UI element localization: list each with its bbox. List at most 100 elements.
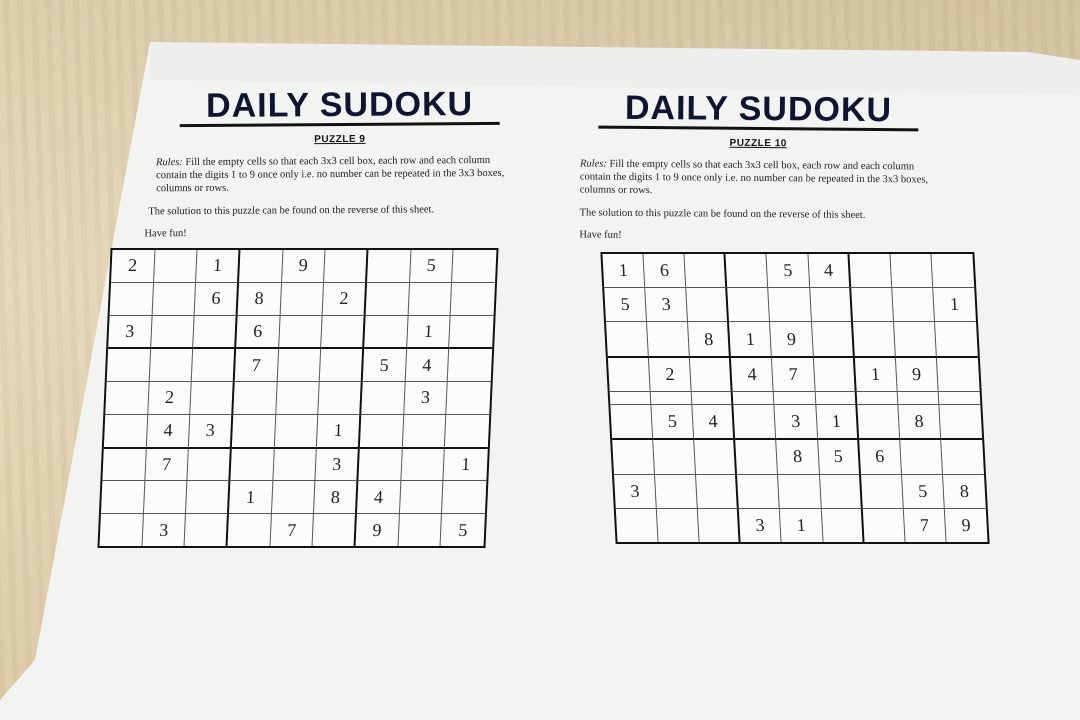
sudoku-cell xyxy=(193,315,238,350)
sudoku-cell: 1 xyxy=(602,254,646,289)
sudoku-cell xyxy=(647,322,691,358)
sudoku-cell xyxy=(408,282,453,316)
sudoku-cell xyxy=(448,349,493,383)
sudoku-cell xyxy=(150,315,195,350)
sudoku-cell: 2 xyxy=(648,357,692,392)
sudoku-cell: 1 xyxy=(729,322,773,358)
sudoku-cell: 6 xyxy=(236,315,281,350)
sudoku-cell: 1 xyxy=(780,508,824,542)
sudoku-cell: 3 xyxy=(315,448,360,482)
sudoku-cell xyxy=(686,288,730,323)
sudoku-cell: 1 xyxy=(854,357,898,392)
sudoku-cell xyxy=(696,474,740,509)
sudoku-cell xyxy=(233,382,278,415)
sudoku-cell: 1 xyxy=(933,288,977,323)
sudoku-cell xyxy=(321,315,366,350)
sudoku-cell xyxy=(184,514,229,546)
sudoku-cell xyxy=(691,391,734,406)
sudoku-cell: 2 xyxy=(322,282,368,316)
sudoku-cell: 4 xyxy=(731,357,775,392)
sudoku-cell xyxy=(192,349,237,383)
sudoku-cell: 9 xyxy=(355,514,400,546)
sudoku-cell: 8 xyxy=(942,474,986,509)
sudoku-cell xyxy=(318,382,363,415)
sudoku-cell xyxy=(239,250,284,283)
sudoku-cell: 1 xyxy=(443,448,488,482)
sudoku-cell: 3 xyxy=(614,474,657,509)
sudoku-cell xyxy=(100,481,146,515)
sudoku-cell xyxy=(612,440,656,475)
sudoku-cell: 8 xyxy=(898,405,942,441)
sudoku-cell xyxy=(694,440,738,475)
sudoku-cell xyxy=(656,508,700,542)
sudoku-cell xyxy=(819,474,863,509)
sudoku-cell xyxy=(278,315,323,350)
sudoku-cell xyxy=(143,481,188,515)
sudoku-cell: 5 xyxy=(604,288,648,323)
solution-note: The solution to this puzzle can be found… xyxy=(148,204,435,218)
sudoku-cell: 1 xyxy=(196,250,241,283)
sudoku-cell xyxy=(813,357,857,392)
sudoku-grid: 165453181924719543188563583179 xyxy=(600,252,990,544)
sudoku-cell xyxy=(609,391,652,406)
sudoku-cell xyxy=(931,254,975,289)
sudoku-grid: 2195682361754234317311843795 xyxy=(97,248,499,548)
sudoku-cell xyxy=(361,382,406,415)
sudoku-cell xyxy=(811,322,855,358)
sudoku-cell xyxy=(152,282,197,316)
sudoku-cell: 4 xyxy=(405,349,450,383)
sudoku-cell: 9 xyxy=(961,514,972,535)
sudoku-cell xyxy=(615,508,659,542)
sudoku-cell xyxy=(398,514,443,546)
sudoku-cell xyxy=(190,382,235,415)
sudoku-cell: 7 xyxy=(903,508,947,542)
sudoku-cell xyxy=(774,391,816,406)
sudoku-cell: 3 xyxy=(645,288,689,323)
sudoku-cell xyxy=(941,440,984,475)
sudoku-cell: 4 xyxy=(808,254,851,289)
sudoku-cell xyxy=(103,414,148,449)
sudoku-cell: 6 xyxy=(194,282,240,316)
sudoku-cell xyxy=(606,322,649,358)
sudoku-cell xyxy=(280,282,325,316)
sudoku-cell xyxy=(892,288,935,323)
sudoku-cell xyxy=(231,414,276,449)
sudoku-cell xyxy=(698,508,741,542)
sudoku-cell xyxy=(324,250,369,283)
sudoku-cell xyxy=(187,448,232,482)
sudoku-cell: 1 xyxy=(815,405,859,441)
sudoku-cell xyxy=(934,322,978,358)
puzzle-number: PUZZLE 10 xyxy=(729,137,787,150)
sudoku-cell xyxy=(230,448,275,482)
sudoku-cell xyxy=(852,322,896,358)
sudoku-cell: 5 xyxy=(901,474,945,509)
puzzle-10: DAILY SUDOKU PUZZLE 10 Rules: Fill the e… xyxy=(547,89,968,244)
sudoku-cell: 5 xyxy=(651,405,695,441)
sudoku-cell: 7 xyxy=(270,514,315,546)
sudoku-cell xyxy=(849,254,893,289)
sudoku-cell: 9 xyxy=(895,357,939,392)
sudoku-cell: 7 xyxy=(145,448,190,482)
sudoku-cell: 8 xyxy=(237,282,282,316)
sudoku-cell: 8 xyxy=(688,322,732,358)
sudoku-cell: 6 xyxy=(858,440,902,475)
sudoku-cell xyxy=(737,474,781,509)
sudoku-cell: 5 xyxy=(409,250,454,283)
sudoku-cell: 1 xyxy=(228,481,274,515)
sudoku-cell xyxy=(274,414,319,449)
sudoku-cell: 3 xyxy=(774,405,818,441)
sudoku-cell xyxy=(401,448,446,482)
sudoku-cell: 1 xyxy=(406,315,451,350)
sudoku-cell: 9 xyxy=(281,250,326,283)
sudoku-cell xyxy=(815,391,858,406)
sudoku-cell xyxy=(610,405,654,441)
sudoku-cell xyxy=(850,288,894,323)
sudoku-cell xyxy=(149,349,194,383)
sudoku-cell: 4 xyxy=(146,414,191,449)
sudoku-cell xyxy=(452,250,497,283)
puzzle-9: DAILY SUDOKU PUZZLE 9 Rules: Fill the em… xyxy=(129,85,550,240)
sudoku-cell xyxy=(109,282,154,316)
sudoku-cell xyxy=(105,382,150,415)
sudoku-cell xyxy=(312,514,357,546)
sudoku-cell xyxy=(607,357,651,392)
